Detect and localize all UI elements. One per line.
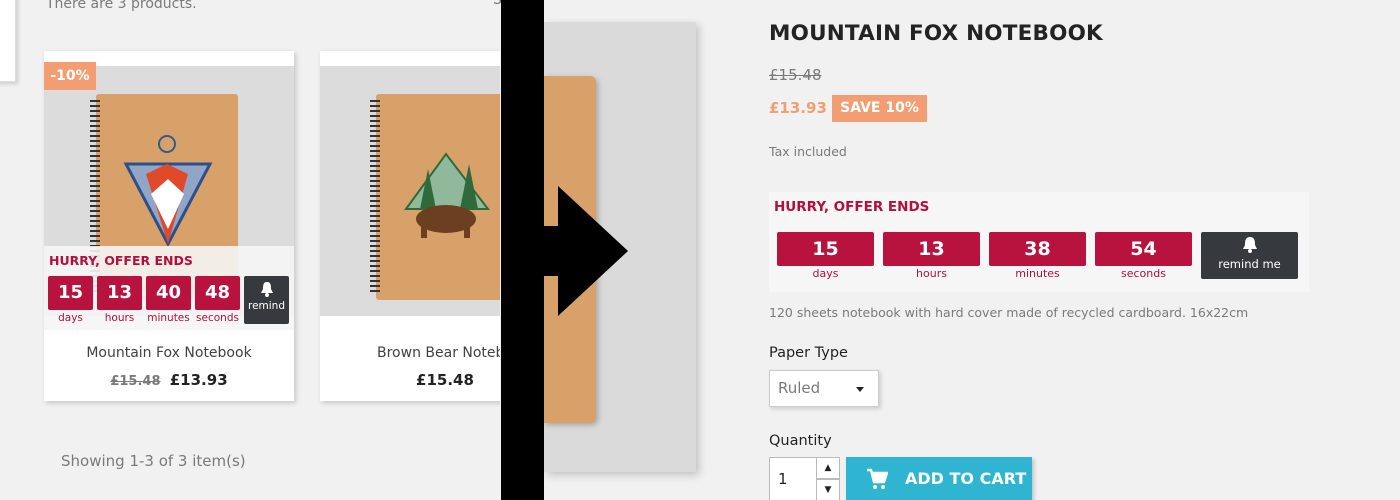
seconds-value: 54 xyxy=(1095,232,1192,266)
product-listing: There are 3 products. Mountain Fox Noteb… xyxy=(0,0,500,500)
remind-label: remind xyxy=(247,300,285,312)
regular-price: £15.48 xyxy=(769,66,822,84)
product-card-brown-bear[interactable]: Brown Bear Notebo £15.48 xyxy=(320,51,500,401)
paper-type-value: Ruled xyxy=(778,379,821,397)
days-value: 15 xyxy=(48,276,93,310)
minutes-value: 38 xyxy=(989,232,1086,266)
hours-value: 13 xyxy=(97,276,142,310)
notebook-image xyxy=(370,94,500,300)
days-label: days xyxy=(58,312,83,324)
quantity-decrease-button[interactable]: ▼ xyxy=(816,479,840,500)
quantity-input[interactable]: 1 xyxy=(769,457,817,500)
bell-icon xyxy=(260,282,273,297)
product-current-price: £13.93 xyxy=(169,371,228,389)
seconds-value: 48 xyxy=(195,276,240,310)
hours-label: hours xyxy=(916,267,947,280)
discount-badge: SAVE 10% xyxy=(832,95,927,122)
remind-me-button[interactable]: remind me xyxy=(1201,232,1298,279)
product-name[interactable]: Mountain Fox Notebook xyxy=(44,345,294,361)
product-old-price: £15.48 xyxy=(110,374,161,389)
hurry-label: HURRY, OFFER ENDS xyxy=(49,253,193,268)
hurry-label: HURRY, OFFER ENDS xyxy=(774,199,930,215)
seconds-label: seconds xyxy=(196,312,239,324)
arrow-up-icon: ▲ xyxy=(824,463,832,473)
bell-icon xyxy=(1242,237,1257,253)
product-price: £15.48 £13.93 xyxy=(44,371,294,389)
product-description: 120 sheets notebook with hard cover made… xyxy=(769,305,1249,320)
minutes-value: 40 xyxy=(146,276,191,310)
product-price: £15.48 xyxy=(416,371,474,389)
cart-icon xyxy=(867,468,888,489)
caret-down-icon xyxy=(856,387,864,392)
remind-me-label: remind me xyxy=(1218,257,1281,271)
add-to-cart-label: ADD TO CART xyxy=(905,469,1027,488)
paper-type-select[interactable]: Ruled xyxy=(769,370,879,407)
hours-value: 13 xyxy=(883,232,980,266)
product-name[interactable]: Brown Bear Notebo xyxy=(320,345,500,361)
discount-flag: -10% xyxy=(44,62,96,90)
days-value: 15 xyxy=(777,232,874,266)
product-thumbnail[interactable] xyxy=(320,66,500,316)
tax-label: Tax included xyxy=(769,144,847,159)
paper-type-label: Paper Type xyxy=(769,345,848,361)
current-price: £13.93 xyxy=(769,99,827,117)
minutes-label: minutes xyxy=(1015,267,1060,280)
countdown-widget-small: HURRY, OFFER ENDS 15 days 13 hours 40 mi… xyxy=(44,246,294,330)
right-arrow-icon xyxy=(520,186,628,316)
quantity-label: Quantity xyxy=(769,433,832,449)
products-count: There are 3 products. xyxy=(46,0,197,12)
arrow-down-icon: ▼ xyxy=(824,485,832,495)
countdown-widget: HURRY, OFFER ENDS 15 days 13 hours 38 mi… xyxy=(769,192,1309,292)
quantity-increase-button[interactable]: ▲ xyxy=(816,457,840,479)
days-label: days xyxy=(812,267,839,280)
page-title: MOUNTAIN FOX NOTEBOOK xyxy=(769,21,1103,46)
pagination-summary: Showing 1-3 of 3 item(s) xyxy=(61,452,246,470)
bear-illustration xyxy=(404,152,491,238)
minutes-label: minutes xyxy=(147,312,190,324)
product-card-mountain-fox[interactable]: Mountain Fox Notebook £15.48 £13.93 xyxy=(44,51,294,401)
add-to-cart-button[interactable]: ADD TO CART xyxy=(846,457,1032,500)
seconds-label: seconds xyxy=(1121,267,1166,280)
hours-label: hours xyxy=(104,312,135,324)
remind-button[interactable]: remind xyxy=(244,276,289,324)
sidebar-box xyxy=(0,0,16,82)
